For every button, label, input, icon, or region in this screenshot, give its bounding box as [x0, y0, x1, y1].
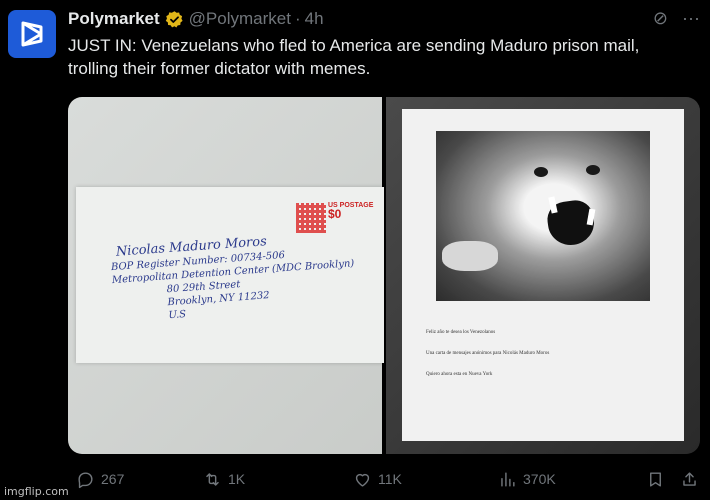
postage-qr-code: [296, 203, 326, 233]
views-count: 370K: [523, 471, 556, 487]
repost-button[interactable]: 1K: [203, 470, 245, 489]
reply-button[interactable]: 267: [76, 470, 124, 489]
tweet[interactable]: Polymarket @Polymarket · 4h ⊘ ··· JUST I…: [0, 0, 710, 500]
more-icon[interactable]: ···: [682, 8, 700, 29]
tweet-text-line: JUST IN: Venezuelans who fled to America…: [68, 36, 640, 55]
polymarket-logo: [21, 21, 43, 47]
share-icon: [683, 471, 696, 486]
tweet-text: JUST IN: Venezuelans who fled to America…: [68, 34, 700, 80]
reply-count: 267: [101, 471, 125, 487]
author-name[interactable]: Polymarket: [68, 9, 160, 29]
tweet-header: Polymarket @Polymarket · 4h: [68, 8, 324, 30]
tweet-media[interactable]: US POSTAGE $0 Nicolas Maduro Moros BOP R…: [68, 97, 700, 454]
meme-eye: [586, 165, 600, 175]
repost-icon: [206, 472, 219, 486]
bookmark-button[interactable]: [646, 470, 665, 489]
repost-count: 1K: [228, 471, 246, 487]
tweet-actions: 267 1K 11K 370K: [68, 468, 700, 490]
envelope: US POSTAGE $0 Nicolas Maduro Moros BOP R…: [76, 187, 384, 363]
postage-amount: $0: [328, 207, 342, 221]
cat-meme-image: [436, 131, 650, 301]
printed-letter: Feliz año te desea los Venezolanos Una c…: [402, 109, 684, 441]
envelope-photo[interactable]: US POSTAGE $0 Nicolas Maduro Moros BOP R…: [68, 97, 384, 454]
meme-eye: [534, 167, 548, 177]
letter-line: Feliz año te desea los Venezolanos: [426, 330, 496, 335]
grok-icon[interactable]: ⊘: [653, 8, 668, 29]
tweet-text-line: trolling their former dictator with meme…: [68, 59, 371, 78]
reply-icon: [78, 471, 93, 488]
separator-dot: ·: [294, 9, 301, 28]
meme-paw: [442, 241, 498, 271]
like-count: 11K: [378, 471, 402, 487]
imgflip-watermark: imgflip.com: [4, 485, 69, 498]
header-icons: ⊘ ···: [653, 8, 700, 29]
like-button[interactable]: 11K: [353, 470, 402, 489]
timestamp[interactable]: 4h: [305, 9, 324, 29]
mailing-address: Nicolas Maduro Moros BOP Register Number…: [110, 228, 375, 326]
bookmark-icon: [650, 471, 661, 487]
avatar[interactable]: [8, 10, 56, 58]
letter-text: Feliz año te desea los Venezolanos Una c…: [426, 329, 666, 392]
author-handle[interactable]: @Polymarket: [189, 9, 291, 29]
letter-line: Quiero ahora esta en Nueva York: [426, 372, 493, 377]
share-button[interactable]: [680, 470, 699, 489]
verified-badge-icon: [165, 10, 183, 27]
letter-photo[interactable]: Feliz año te desea los Venezolanos Una c…: [386, 97, 700, 454]
heart-icon: [355, 473, 370, 487]
letter-line: Una carta de mensajes anónimos para Nico…: [426, 351, 550, 356]
views-icon: [501, 471, 515, 487]
views-button[interactable]: 370K: [498, 470, 556, 489]
